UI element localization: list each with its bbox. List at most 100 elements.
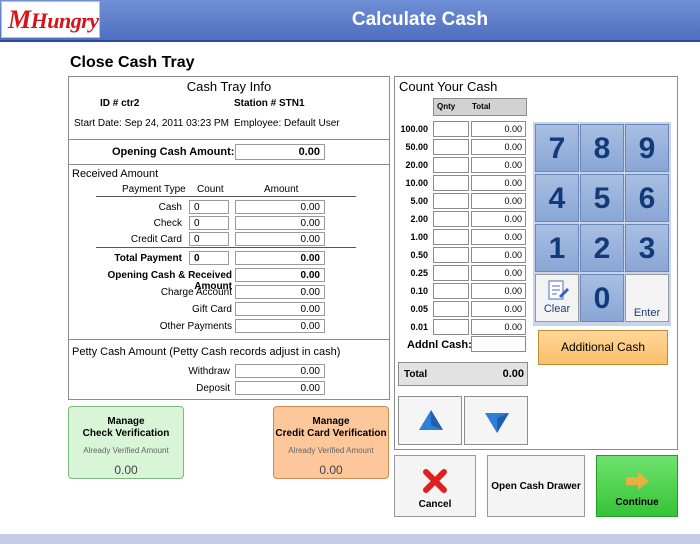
mhungry-logo: MHungry xyxy=(1,1,100,38)
divider xyxy=(68,139,390,140)
denomination-total: 0.00 xyxy=(471,265,526,281)
key-5[interactable]: 5 xyxy=(580,174,624,222)
key-2[interactable]: 2 xyxy=(580,224,624,272)
manage-credit-card-verification-button[interactable]: Manage Credit Card Verification Already … xyxy=(273,406,389,479)
denomination-qty-input[interactable] xyxy=(433,229,469,245)
enter-key[interactable]: Enter xyxy=(625,274,669,322)
denomination-label: 0.05 xyxy=(410,304,428,314)
denomination-total: 0.00 xyxy=(471,211,526,227)
divider xyxy=(68,164,390,165)
denomination-qty-input[interactable] xyxy=(433,193,469,209)
header-divider xyxy=(0,40,700,42)
cash-label: Cash xyxy=(158,202,182,213)
cancel-button[interactable]: Cancel xyxy=(394,455,476,517)
denomination-qty-input[interactable] xyxy=(433,301,469,317)
credit-card-count: 0 xyxy=(189,232,229,246)
check-count: 0 xyxy=(189,216,229,230)
gift-card-label: Gift Card xyxy=(191,304,232,315)
addnl-cash-input[interactable] xyxy=(471,336,526,352)
key-6[interactable]: 6 xyxy=(625,174,669,222)
other-payments-label: Other Payments xyxy=(159,321,232,332)
denomination-qty-input[interactable] xyxy=(433,211,469,227)
check-verified-label: Already Verified Amount xyxy=(83,446,169,455)
continue-label: Continue xyxy=(615,497,659,508)
start-date: Start Date: Sep 24, 2011 03:23 PM xyxy=(74,118,229,129)
denomination-total: 0.00 xyxy=(471,139,526,155)
check-amount: 0.00 xyxy=(235,216,325,230)
total-payment-count: 0 xyxy=(189,251,229,265)
credit-card-label: Credit Card xyxy=(130,234,182,245)
check-verification-title-1: Manage xyxy=(107,416,145,427)
denomination-total: 0.00 xyxy=(471,175,526,191)
denomination-qty-input[interactable] xyxy=(433,175,469,191)
other-payments-amount: 0.00 xyxy=(235,319,325,333)
check-label: Check xyxy=(153,218,182,229)
clear-key[interactable]: Clear xyxy=(535,274,579,322)
scroll-up-button[interactable] xyxy=(398,396,462,445)
key-3[interactable]: 3 xyxy=(625,224,669,272)
count-header: Count xyxy=(197,184,224,195)
open-cash-drawer-button[interactable]: Open Cash Drawer xyxy=(487,455,585,517)
qnty-header: Qnty xyxy=(437,102,456,111)
divider xyxy=(96,196,356,197)
denomination-total: 0.00 xyxy=(471,301,526,317)
denomination-total: 0.00 xyxy=(471,229,526,245)
key-9[interactable]: 9 xyxy=(625,124,669,172)
key-4[interactable]: 4 xyxy=(535,174,579,222)
cash-tray-info-title: Cash Tray Info xyxy=(186,79,272,94)
denomination-total: 0.00 xyxy=(471,157,526,173)
cancel-label: Cancel xyxy=(418,499,452,510)
divider xyxy=(68,339,390,340)
header-title: Calculate Cash xyxy=(351,9,489,30)
arrow-down-icon xyxy=(485,413,509,433)
deposit-label: Deposit xyxy=(196,383,230,394)
denomination-label: 5.00 xyxy=(410,196,428,206)
arrow-up-icon xyxy=(419,410,443,430)
denomination-label: 2.00 xyxy=(410,214,428,224)
count-cash-title: Count Your Cash xyxy=(399,79,498,94)
denomination-total: 0.00 xyxy=(471,283,526,299)
scroll-down-button[interactable] xyxy=(464,396,528,445)
gift-card-amount: 0.00 xyxy=(235,302,325,316)
opening-cash-value: 0.00 xyxy=(235,144,325,160)
credit-verified-label: Already Verified Amount xyxy=(288,446,374,455)
continue-button[interactable]: Continue xyxy=(596,455,678,517)
total-payment-amount: 0.00 xyxy=(235,251,325,265)
additional-cash-button[interactable]: Additional Cash xyxy=(538,330,668,365)
footer-bar xyxy=(0,534,700,544)
denomination-qty-input[interactable] xyxy=(433,121,469,137)
page-title: Close Cash Tray xyxy=(70,54,195,71)
key-7[interactable]: 7 xyxy=(535,124,579,172)
denomination-qty-input[interactable] xyxy=(433,247,469,263)
key-1[interactable]: 1 xyxy=(535,224,579,272)
manage-check-verification-button[interactable]: Manage Check Verification Already Verifi… xyxy=(68,406,184,479)
arrow-right-icon xyxy=(626,472,649,490)
charge-account-label: Charge Account xyxy=(160,287,232,298)
opening-cash-label: Opening Cash Amount: xyxy=(112,146,235,158)
denomination-total: 0.00 xyxy=(471,247,526,263)
addnl-cash-label: Addnl Cash: xyxy=(407,339,472,351)
denomination-qty-input[interactable] xyxy=(433,283,469,299)
deposit-amount: 0.00 xyxy=(235,381,325,395)
clear-label: Clear xyxy=(543,303,571,315)
key-0[interactable]: 0 xyxy=(580,274,624,322)
denomination-qty-input[interactable] xyxy=(433,319,469,335)
denomination-qty-input[interactable] xyxy=(433,265,469,281)
cash-count: 0 xyxy=(189,200,229,214)
total-label: Total xyxy=(404,369,428,380)
total-header: Total xyxy=(472,102,491,111)
check-verification-title-2: Check Verification xyxy=(82,428,170,439)
payment-type-header: Payment Type xyxy=(122,184,186,195)
charge-account-amount: 0.00 xyxy=(235,285,325,299)
cancel-x-icon xyxy=(423,469,447,493)
denomination-label: 50.00 xyxy=(405,142,428,152)
withdraw-label: Withdraw xyxy=(188,366,230,377)
total-payment-label: Total Payment xyxy=(114,253,182,264)
credit-verified-amount: 0.00 xyxy=(319,463,343,477)
tray-id: ID # ctr2 xyxy=(100,98,140,109)
denomination-total: 0.00 xyxy=(471,121,526,137)
petty-cash-title: Petty Cash Amount (Petty Cash records ad… xyxy=(72,346,341,358)
key-8[interactable]: 8 xyxy=(580,124,624,172)
denomination-qty-input[interactable] xyxy=(433,157,469,173)
denomination-qty-input[interactable] xyxy=(433,139,469,155)
